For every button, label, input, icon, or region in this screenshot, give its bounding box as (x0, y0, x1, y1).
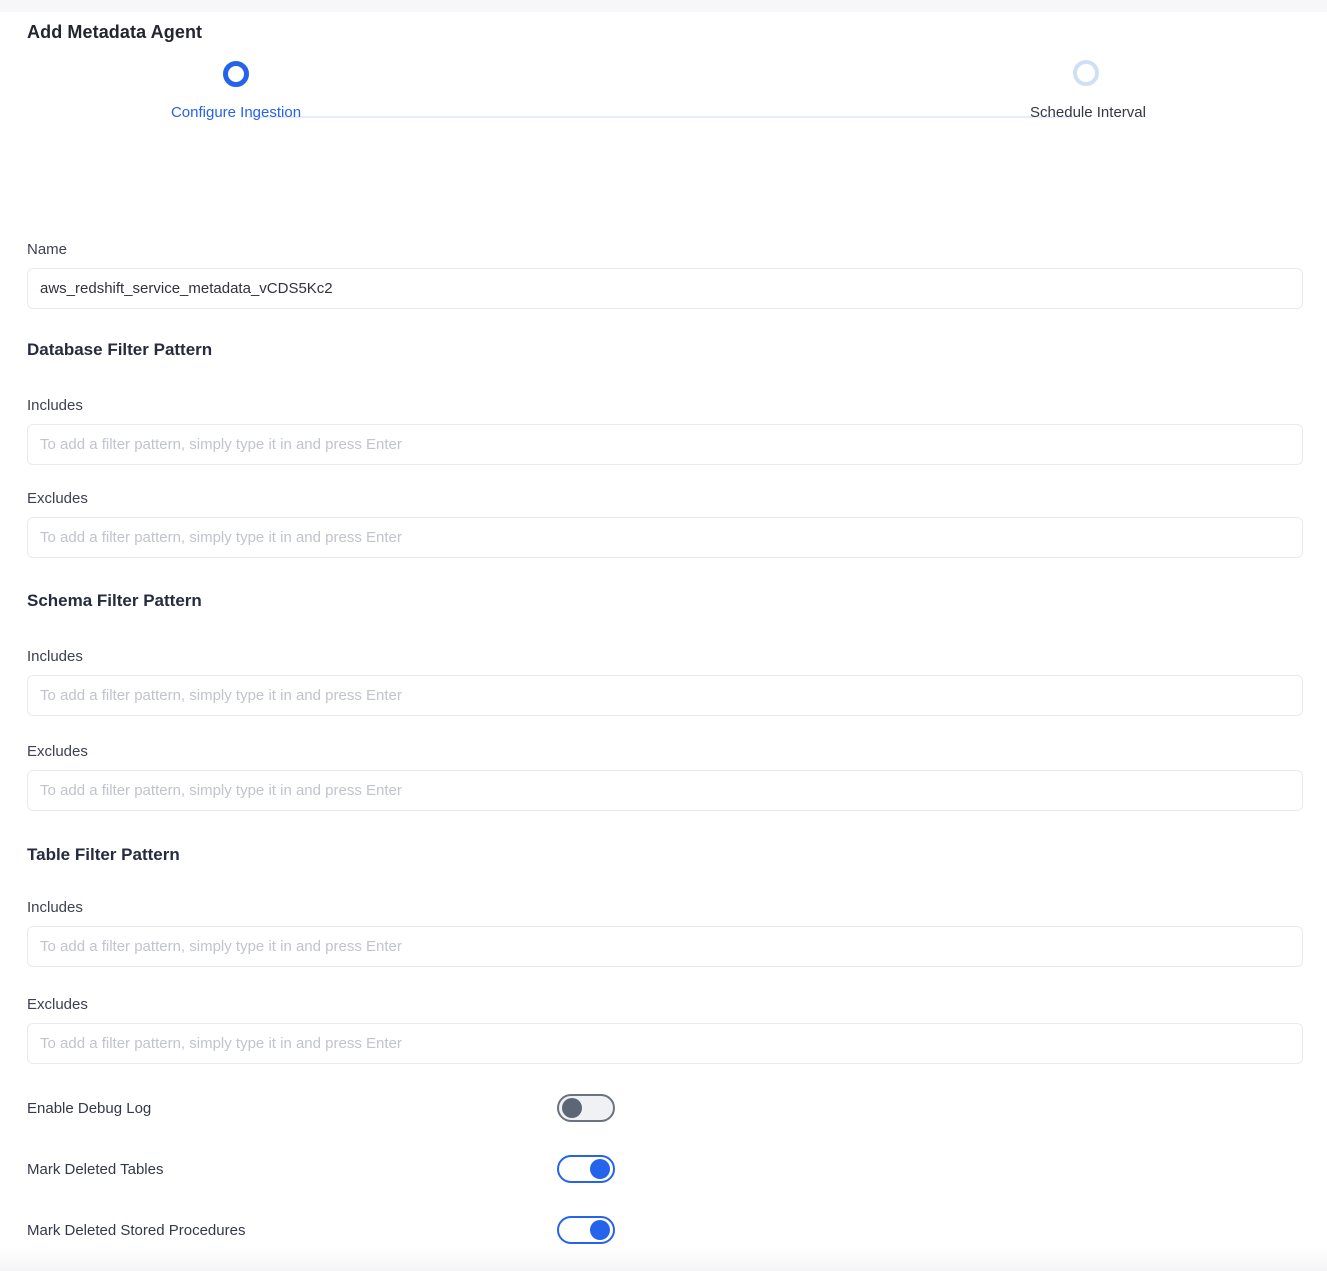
step-label-configure-ingestion: Configure Ingestion (116, 103, 356, 123)
enable-debug-log-label: Enable Debug Log (27, 1100, 557, 1117)
mark-deleted-stored-procedures-label: Mark Deleted Stored Procedures (27, 1222, 557, 1239)
section-heading-table-filter: Table Filter Pattern (27, 844, 1303, 866)
mark-deleted-stored-procedures-toggle[interactable] (557, 1216, 615, 1244)
step-label-schedule-interval: Schedule Interval (968, 103, 1208, 123)
database-includes-input[interactable] (27, 424, 1303, 465)
schema-excludes-input[interactable] (27, 770, 1303, 811)
enable-debug-log-toggle[interactable] (557, 1094, 615, 1122)
table-excludes-label: Excludes (27, 995, 1303, 1015)
panel-bottom-fade (0, 1247, 1327, 1271)
database-includes-label: Includes (27, 396, 1303, 416)
stepper-connector-line (249, 116, 1073, 118)
table-excludes-input[interactable] (27, 1023, 1303, 1064)
mark-deleted-stored-procedures-row: Mark Deleted Stored Procedures (27, 1216, 1303, 1244)
mark-deleted-tables-row: Mark Deleted Tables (27, 1155, 1303, 1183)
step-circle-active-icon (223, 61, 249, 87)
toggle-knob-icon (590, 1220, 610, 1240)
table-includes-label: Includes (27, 898, 1303, 918)
schema-includes-label: Includes (27, 647, 1303, 667)
database-excludes-label: Excludes (27, 489, 1303, 509)
toggle-knob-icon (590, 1159, 610, 1179)
schema-excludes-label: Excludes (27, 742, 1303, 762)
section-heading-database-filter: Database Filter Pattern (27, 339, 1303, 361)
page-title: Add Metadata Agent (27, 20, 1303, 44)
mark-deleted-tables-toggle[interactable] (557, 1155, 615, 1183)
name-input[interactable] (27, 268, 1303, 309)
wizard-stepper: Configure Ingestion Schedule Interval (0, 44, 1327, 124)
page-background-strip (0, 0, 1327, 12)
section-heading-schema-filter: Schema Filter Pattern (27, 590, 1303, 612)
name-field-label: Name (27, 240, 1303, 260)
toggle-knob-icon (562, 1098, 582, 1118)
enable-debug-log-row: Enable Debug Log (27, 1094, 1303, 1122)
wizard-panel: Add Metadata Agent Configure Ingestion S… (0, 12, 1327, 1271)
table-includes-input[interactable] (27, 926, 1303, 967)
add-metadata-agent-page: Add Metadata Agent Configure Ingestion S… (0, 0, 1327, 1271)
mark-deleted-tables-label: Mark Deleted Tables (27, 1161, 557, 1178)
schema-includes-input[interactable] (27, 675, 1303, 716)
database-excludes-input[interactable] (27, 517, 1303, 558)
step-circle-pending-icon (1073, 60, 1099, 86)
ingestion-config-form: Name Database Filter Pattern Includes Ex… (27, 240, 1303, 1244)
